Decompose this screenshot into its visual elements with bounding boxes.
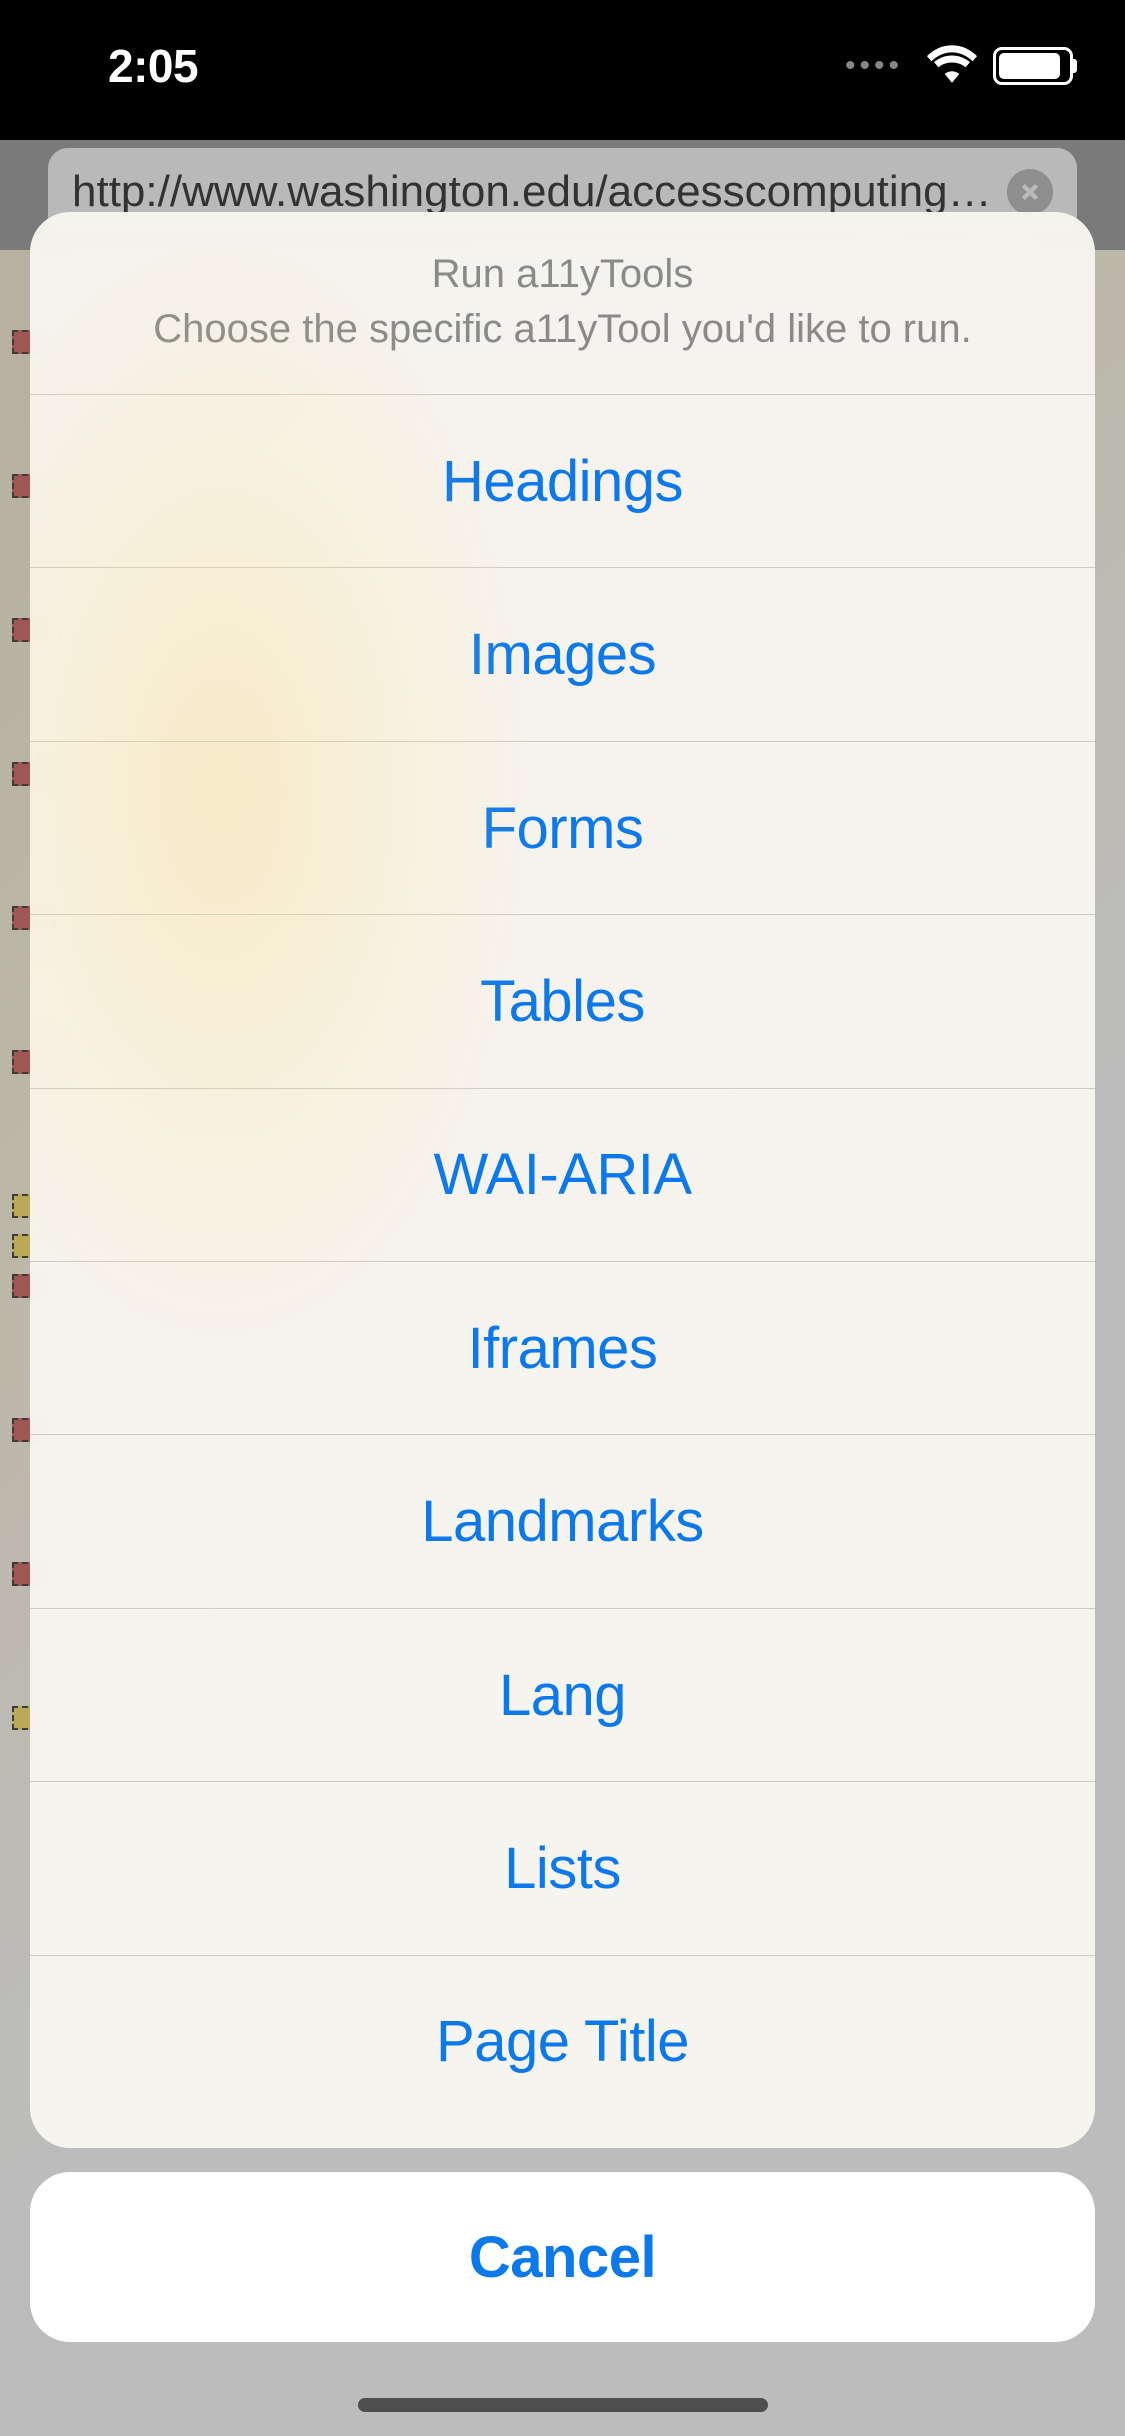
option-iframes[interactable]: Iframes [30,1261,1095,1434]
cellular-dots-icon: •••• [845,49,903,83]
status-time: 2:05 [108,39,198,93]
battery-icon [993,47,1073,85]
option-lists[interactable]: Lists [30,1781,1095,1954]
action-sheet: Run a11yTools Choose the specific a11yTo… [30,212,1095,2148]
option-lang[interactable]: Lang [30,1608,1095,1781]
option-tables[interactable]: Tables [30,914,1095,1087]
action-sheet-subtitle: Choose the specific a11yTool you'd like … [70,307,1055,352]
option-headings[interactable]: Headings [30,394,1095,567]
wifi-icon [927,45,977,88]
home-indicator[interactable] [358,2398,768,2412]
status-icons: •••• [845,45,1073,88]
option-wai-aria[interactable]: WAI-ARIA [30,1088,1095,1261]
action-sheet-header: Run a11yTools Choose the specific a11yTo… [30,212,1095,394]
option-images[interactable]: Images [30,567,1095,740]
clear-url-icon[interactable] [1007,169,1053,215]
url-text: http://www.washington.edu/accesscomputin… [72,167,995,217]
status-bar: 2:05 •••• [0,0,1125,132]
action-sheet-title: Run a11yTools [70,252,1055,297]
action-sheet-options: Headings Images Forms Tables WAI-ARIA If… [30,394,1095,2148]
option-page-title[interactable]: Page Title [30,1955,1095,2148]
option-forms[interactable]: Forms [30,741,1095,914]
cancel-button[interactable]: Cancel [30,2172,1095,2342]
option-landmarks[interactable]: Landmarks [30,1434,1095,1607]
